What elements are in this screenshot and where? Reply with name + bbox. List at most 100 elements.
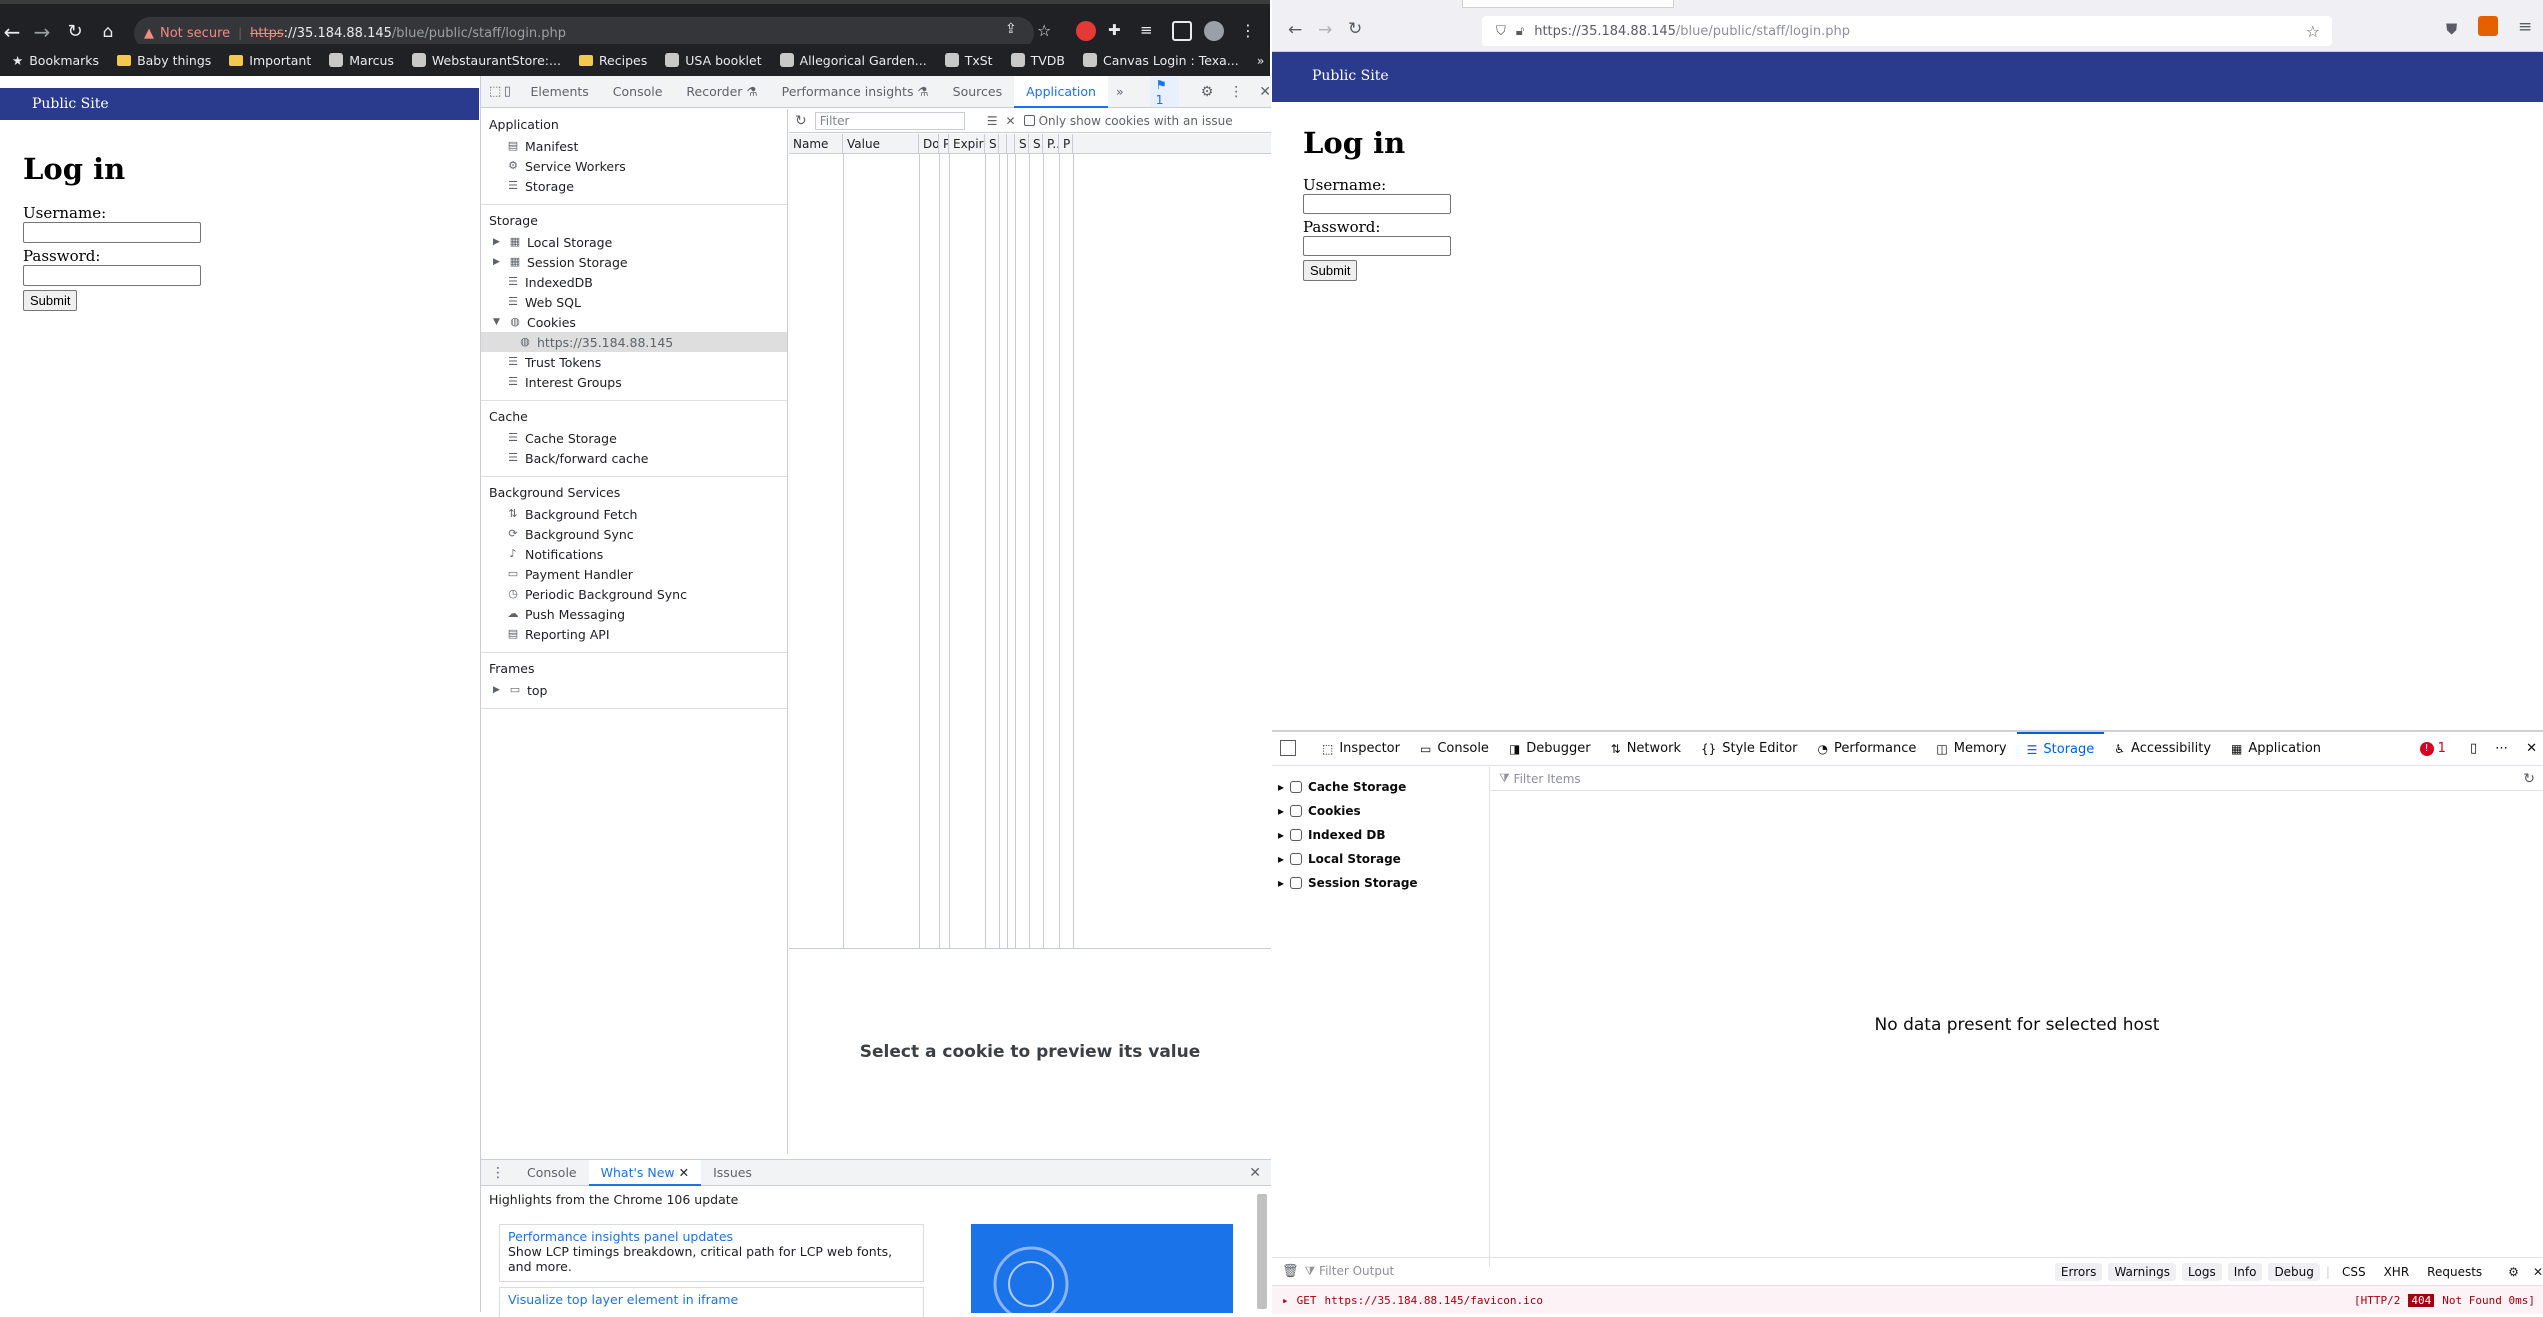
bookmark-star-icon[interactable]: ☆ [2306, 22, 2320, 41]
reload-button[interactable]: ↻ [63, 20, 87, 44]
whats-new-card[interactable]: Performance insights panel updates Show … [499, 1224, 924, 1282]
whats-new-card[interactable]: Visualize top layer element in iframe [499, 1287, 924, 1317]
active-tab[interactable] [1462, 0, 1674, 8]
firefox-menu-icon[interactable]: ≡ [2518, 17, 2532, 37]
devtools-tab[interactable]: Elements [519, 76, 601, 108]
submit-button[interactable]: Submit [23, 290, 78, 311]
sidebar-item[interactable]: ☰ Interest Groups [481, 372, 787, 392]
collapsed-triangle-icon[interactable]: ▶ [493, 237, 503, 247]
ff-devtools-tab[interactable]: {} Style Editor [1691, 732, 1808, 766]
cookie-column-header[interactable]: P [939, 134, 949, 153]
collapsed-triangle-icon[interactable]: ▸ [1278, 876, 1284, 890]
whats-new-card-title[interactable]: Performance insights panel updates [508, 1229, 733, 1244]
ff-devtools-tab[interactable]: ◔ Performance [1808, 732, 1927, 766]
sidebar-item[interactable]: ◍ https://35.184.88.145 [481, 332, 787, 352]
bookmark-item[interactable]: USA booklet [657, 47, 769, 73]
password-input[interactable] [1303, 236, 1451, 256]
collapsed-triangle-icon[interactable]: ▸ [1278, 780, 1284, 794]
sidebar-item[interactable]: ▤ Manifest [481, 136, 787, 156]
ff-devtools-tab[interactable]: ◫ Memory [1926, 732, 2016, 766]
profile-avatar[interactable] [1204, 21, 1224, 41]
storage-tree-item[interactable]: ▸ Local Storage [1272, 847, 1489, 871]
extensions-puzzle-icon[interactable]: ✚ [1108, 21, 1128, 41]
inspect-element-icon[interactable]: ⬚ [489, 84, 504, 99]
reload-button[interactable]: ↻ [1348, 19, 1362, 39]
collapsed-triangle-icon[interactable]: ▸ [1278, 804, 1284, 818]
submit-button[interactable]: Submit [1303, 260, 1358, 281]
adblock-extension-icon[interactable] [1076, 21, 1096, 41]
bookmark-item[interactable]: WebstaurantStore:... [404, 47, 569, 73]
cookie-column-header[interactable]: P... [1043, 134, 1059, 153]
dock-options-icon[interactable]: ▯ [2470, 741, 2477, 756]
pocket-icon[interactable]: ⛊ [2446, 20, 2457, 38]
username-input[interactable] [23, 222, 201, 243]
whats-new-card-title[interactable]: Visualize top layer element in iframe [508, 1292, 738, 1307]
clear-console-icon[interactable]: 🗑︎ [1282, 1264, 1299, 1279]
cookie-column-header[interactable]: Name [789, 134, 843, 153]
device-toolbar-icon[interactable]: ▯ [504, 84, 519, 99]
sidebar-item[interactable]: ▼ ◍ Cookies [481, 312, 787, 332]
storage-tree-item[interactable]: ▸ Indexed DB [1272, 823, 1489, 847]
ff-devtools-tab[interactable]: ▦ Application [2221, 732, 2331, 766]
collapsed-triangle-icon[interactable]: ▶ [493, 685, 503, 695]
bookmark-item[interactable]: Important [221, 47, 319, 73]
tracking-shield-icon[interactable]: ⛉ [1496, 24, 1506, 39]
cookie-column-header[interactable]: Value [843, 134, 919, 153]
bookmark-star-icon[interactable]: ☆ [1037, 21, 1057, 41]
back-button[interactable]: ← [1288, 20, 1302, 40]
collapsed-triangle-icon[interactable]: ▸ [1278, 828, 1284, 842]
ff-devtools-tab[interactable]: ⬚ Inspector [1312, 732, 1410, 766]
insecure-lock-icon[interactable]: 🔓︎ [1516, 24, 1524, 39]
storage-filter-input[interactable]: Filter Items [1514, 772, 1581, 786]
ff-devtools-tab[interactable]: ◨ Debugger [1499, 732, 1601, 766]
ff-devtools-tab[interactable]: ♿ Accessibility [2104, 732, 2221, 766]
cookie-column-header[interactable] [1007, 134, 1015, 153]
storage-tree-item[interactable]: ▸ Cookies [1272, 799, 1489, 823]
issues-badge[interactable]: ⚑ 1 [1149, 76, 1179, 107]
ff-devtools-tab[interactable]: ▭ Console [1410, 732, 1499, 766]
burp-extension-icon[interactable] [2478, 16, 2498, 36]
devtools-menu-icon[interactable]: ⋮ [1229, 84, 1243, 100]
url-text[interactable]: https://35.184.88.145/blue/public/staff/… [1534, 24, 1850, 39]
cookie-column-header[interactable]: S... [1015, 134, 1029, 153]
sidebar-item[interactable]: ☰ Trust Tokens [481, 352, 787, 372]
side-panel-icon[interactable] [1172, 21, 1192, 41]
sidebar-item[interactable]: ▤ Reporting API [481, 624, 787, 644]
sidebar-item[interactable]: ◷ Periodic Background Sync [481, 584, 787, 604]
devtools-tab[interactable]: Console [601, 76, 675, 108]
sidebar-item[interactable]: ▶ ▦ Local Storage [481, 232, 787, 252]
security-badge[interactable]: ▲ Not secure [144, 26, 230, 41]
drawer-tab[interactable]: Console [515, 1160, 589, 1186]
bookmark-item[interactable]: TxSt [937, 47, 1001, 73]
bookmark-item[interactable]: Allegorical Garden... [772, 47, 935, 73]
console-css-button[interactable]: CSS [2336, 1263, 2372, 1281]
ff-devtools-menu-icon[interactable]: ⋯ [2495, 741, 2508, 756]
devtools-tab[interactable]: Sources [941, 76, 1014, 108]
console-filter-input[interactable]: ⧩ Filter Output [1305, 1264, 2049, 1279]
sidebar-item[interactable]: ⟳ Background Sync [481, 524, 787, 544]
ff-devtools-tab[interactable]: ⇅ Network [1601, 732, 1691, 766]
close-drawer-icon[interactable]: ✕ [1249, 1165, 1261, 1181]
console-level-warnings-button[interactable]: Warnings [2108, 1262, 2177, 1281]
drawer-scrollbar[interactable] [1257, 1194, 1267, 1309]
sidebar-item[interactable]: ⇅ Background Fetch [481, 504, 787, 524]
forward-button[interactable]: → [1318, 20, 1332, 40]
sidebar-item[interactable]: ⚙ Service Workers [481, 156, 787, 176]
close-console-icon[interactable]: ✕ [2533, 1265, 2543, 1279]
storage-tree-item[interactable]: ▸ Session Storage [1272, 871, 1489, 895]
close-ff-devtools-icon[interactable]: ✕ [2526, 741, 2537, 756]
console-requests-button[interactable]: Requests [2421, 1263, 2488, 1281]
only-issue-filter[interactable]: Only show cookies with an issue [1023, 114, 1233, 128]
more-bookmarks-button[interactable]: » [1249, 47, 1273, 73]
sidebar-item[interactable]: ☰ Storage [481, 176, 787, 196]
console-level-logs-button[interactable]: Logs [2182, 1262, 2222, 1281]
console-settings-gear-icon[interactable]: ⚙ [2508, 1265, 2519, 1279]
drawer-menu-icon[interactable]: ⋮ [481, 1165, 515, 1181]
ff-devtools-tab[interactable]: ☰ Storage [2016, 731, 2105, 766]
bookmark-item[interactable]: Marcus [321, 47, 402, 73]
console-level-errors-button[interactable]: Errors [2054, 1262, 2103, 1281]
password-input[interactable] [23, 265, 201, 286]
cookie-filter-input[interactable]: Filter [814, 111, 965, 130]
public-site-link[interactable]: Public Site [32, 96, 109, 112]
reading-list-icon[interactable]: ≡ [1140, 21, 1160, 41]
